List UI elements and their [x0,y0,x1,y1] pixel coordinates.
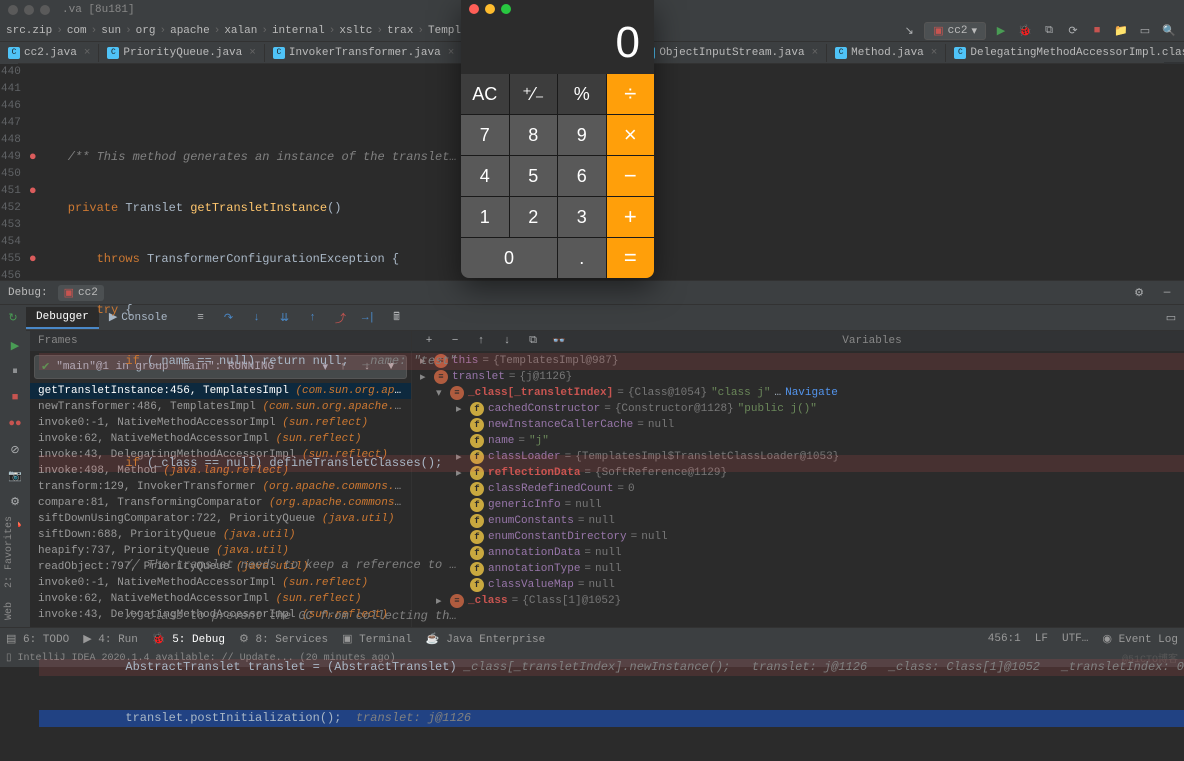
close-icon[interactable]: × [812,47,819,59]
profile-icon[interactable]: ⟳ [1064,22,1082,40]
calc-divide[interactable]: ÷ [607,74,655,114]
calc-multiply[interactable]: × [607,115,655,155]
close-icon[interactable]: × [931,47,938,59]
max-dot[interactable] [40,5,50,15]
layout-icon[interactable]: ▭ [1136,22,1154,40]
close-icon[interactable]: × [448,47,455,59]
editor-tab[interactable]: CMethod.java× [827,44,946,62]
editor-tab[interactable]: CDelegatingMethodAccessorImpl.class× [946,44,1184,62]
crumb[interactable]: src.zip [6,25,67,37]
calc-6[interactable]: 6 [558,156,606,196]
breakpoint-icon[interactable]: ● [29,251,37,266]
line-gutter: 440 441 446 447 448 449 450 451 452 453 … [0,64,29,280]
crumb[interactable]: sun [101,25,135,37]
close-dot[interactable] [8,5,18,15]
calc-7[interactable]: 7 [461,115,509,155]
stop-icon[interactable]: ■ [1088,22,1106,40]
mute-bp-icon[interactable]: ⊘ [6,441,24,459]
tool-web[interactable]: Web [4,602,15,620]
calc-0[interactable]: 0 [461,238,557,278]
calc-8[interactable]: 8 [510,115,558,155]
editor-tab[interactable]: CInvokerTransformer.java× [265,44,463,62]
calc-titlebar[interactable] [461,0,654,14]
crumb[interactable]: trax [387,25,428,37]
close-icon[interactable]: × [84,47,91,59]
resume-icon[interactable]: ▶ [6,337,24,355]
close-icon[interactable]: × [249,47,256,59]
calc-minus[interactable]: − [607,156,655,196]
breakpoints-icon[interactable]: ●● [6,415,24,433]
stop-icon[interactable]: ■ [6,389,24,407]
open-folder-icon[interactable]: 📁 [1112,22,1130,40]
calc-1[interactable]: 1 [461,197,509,237]
run-config-selector[interactable]: ▣ cc2 ▾ [924,22,986,40]
coverage-icon[interactable]: ⧉ [1040,22,1058,40]
editor-tab[interactable]: CObjectInputStream.java× [635,44,827,62]
calc-sign[interactable]: ⁺⁄₋ [510,74,558,114]
settings-icon[interactable]: ⚙ [6,493,24,511]
crumb[interactable]: xalan [224,25,272,37]
traffic-lights [8,5,50,15]
calc-plus[interactable]: + [607,197,655,237]
crumb[interactable]: xsltc [339,25,387,37]
calc-4[interactable]: 4 [461,156,509,196]
zoom-icon[interactable] [501,4,511,14]
calc-equals[interactable]: = [607,238,655,278]
calc-dot[interactable]: . [558,238,606,278]
crumb[interactable]: internal [272,25,339,37]
editor-tab[interactable]: Ccc2.java× [0,44,99,62]
calculator-window[interactable]: 0 AC ⁺⁄₋ % ÷ 7 8 9 × 4 5 6 − 1 2 3 + 0 .… [461,0,654,278]
calc-3[interactable]: 3 [558,197,606,237]
build-icon[interactable]: ↘ [900,22,918,40]
close-icon[interactable] [469,4,479,14]
calc-display: 0 [461,14,654,74]
rerun-icon[interactable]: ↻ [4,309,22,327]
crumb[interactable]: apache [170,25,224,37]
run-icon[interactable]: ▶ [992,22,1010,40]
breakpoint-gutter[interactable]: ● ● ● [29,64,39,280]
editor-tab[interactable]: CPriorityQueue.java× [99,44,264,62]
min-dot[interactable] [24,5,34,15]
calc-percent[interactable]: % [558,74,606,114]
calc-5[interactable]: 5 [510,156,558,196]
breakpoint-icon[interactable]: ● [29,149,37,164]
crumb[interactable]: com [67,25,101,37]
pause-icon[interactable]: ⏸ [6,363,24,381]
calc-ac[interactable]: AC [461,74,509,114]
camera-icon[interactable]: 📷 [6,467,24,485]
crumb[interactable]: org [136,25,170,37]
minimize-icon[interactable] [485,4,495,14]
calc-2[interactable]: 2 [510,197,558,237]
run-config-label: cc2 [948,25,968,37]
window-title: .va [8u181] [62,4,135,16]
calc-9[interactable]: 9 [558,115,606,155]
search-icon[interactable]: 🔍 [1160,22,1178,40]
tool-favorites[interactable]: 2: Favorites [4,516,15,588]
breakpoint-icon[interactable]: ● [29,183,37,198]
debug-icon[interactable]: 🐞 [1016,22,1034,40]
